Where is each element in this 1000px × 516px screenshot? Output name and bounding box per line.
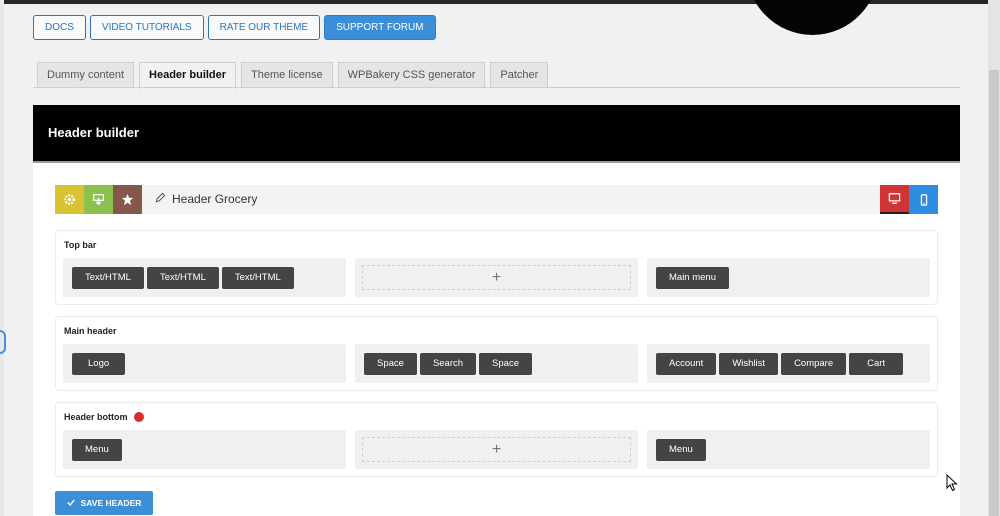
element-menu[interactable]: Menu (72, 438, 122, 461)
mobile-icon[interactable] (909, 185, 938, 214)
header-bottom-left-zone[interactable]: Menu (63, 430, 346, 469)
page-scrollbar-thumb[interactable] (989, 70, 999, 516)
section-title-wrap: Header bottom (64, 412, 144, 422)
section-top-bar: Top bar Text/HTML Text/HTML Text/HTML + … (55, 230, 938, 305)
top-bar-left-zone[interactable]: Text/HTML Text/HTML Text/HTML (63, 258, 346, 297)
decorative-shape (745, 0, 880, 35)
gear-icon[interactable] (55, 185, 84, 214)
tab-wpbakery-css-generator[interactable]: WPBakery CSS generator (337, 62, 486, 88)
header-name[interactable]: Header Grocery (155, 185, 257, 214)
main-header-center-zone[interactable]: Space Search Space (355, 344, 638, 383)
alert-dot (133, 412, 144, 422)
section-main-header: Main header Logo Space Search Space Acco… (55, 316, 938, 391)
docs-button[interactable]: DOCS (33, 15, 86, 40)
element-space[interactable]: Space (479, 352, 532, 375)
video-tutorials-button[interactable]: VIDEO TUTORIALS (89, 15, 204, 40)
tabs-divider (33, 87, 960, 88)
mouse-cursor-icon (946, 473, 958, 497)
section-title: Header bottom (64, 412, 128, 422)
header-toolbar: Header Grocery (55, 185, 938, 214)
element-account[interactable]: Account (656, 352, 717, 375)
section-title: Main header (64, 326, 117, 336)
add-element-button[interactable]: + (362, 265, 631, 290)
left-edge (0, 0, 4, 516)
star-icon[interactable] (113, 185, 142, 214)
header-builder-panel: Header builder Header Grocery Top bar Te… (33, 105, 960, 516)
element-text-html[interactable]: Text/HTML (146, 266, 219, 289)
main-header-right-zone[interactable]: Account Wishlist Compare Cart (647, 344, 930, 383)
main-header-left-zone[interactable]: Logo (63, 344, 346, 383)
element-space[interactable]: Space (364, 352, 417, 375)
settings-tabs: Dummy content Header builder Theme licen… (37, 62, 549, 89)
check-icon (66, 498, 75, 508)
left-collapse-handle[interactable] (0, 330, 6, 354)
tab-theme-license[interactable]: Theme license (241, 62, 333, 88)
desktop-icon[interactable] (880, 185, 909, 214)
element-compare[interactable]: Compare (781, 352, 847, 375)
section-header-bottom: Header bottom Menu + Menu (55, 402, 938, 477)
element-main-menu[interactable]: Main menu (656, 266, 729, 289)
help-buttons: DOCS VIDEO TUTORIALS RATE OUR THEME SUPP… (33, 15, 436, 40)
top-bar-right-zone[interactable]: Main menu (647, 258, 930, 297)
pencil-icon[interactable] (155, 185, 166, 214)
element-cart[interactable]: Cart (849, 352, 904, 375)
support-forum-button[interactable]: SUPPORT FORUM (324, 15, 436, 40)
tab-patcher[interactable]: Patcher (490, 62, 549, 88)
save-header-label: SAVE HEADER (80, 498, 142, 508)
top-bar-center-zone: + (355, 258, 638, 297)
element-text-html[interactable]: Text/HTML (221, 266, 294, 289)
element-search[interactable]: Search (419, 352, 477, 375)
section-title: Top bar (64, 240, 97, 250)
header-name-text: Header Grocery (172, 192, 258, 206)
save-header-button[interactable]: SAVE HEADER (55, 491, 153, 515)
add-element-button[interactable]: + (362, 437, 631, 462)
panel-title: Header builder (33, 105, 960, 161)
header-bottom-center-zone: + (355, 430, 638, 469)
element-wishlist[interactable]: Wishlist (719, 352, 779, 375)
panel-title-shadow (33, 161, 960, 163)
element-text-html[interactable]: Text/HTML (72, 266, 144, 289)
element-menu[interactable]: Menu (656, 438, 706, 461)
rate-theme-button[interactable]: RATE OUR THEME (207, 15, 321, 40)
tab-header-builder[interactable]: Header builder (139, 62, 237, 89)
element-logo[interactable]: Logo (72, 352, 126, 375)
tab-dummy-content[interactable]: Dummy content (37, 62, 135, 88)
download-icon[interactable] (84, 185, 113, 214)
header-bottom-right-zone[interactable]: Menu (647, 430, 930, 469)
